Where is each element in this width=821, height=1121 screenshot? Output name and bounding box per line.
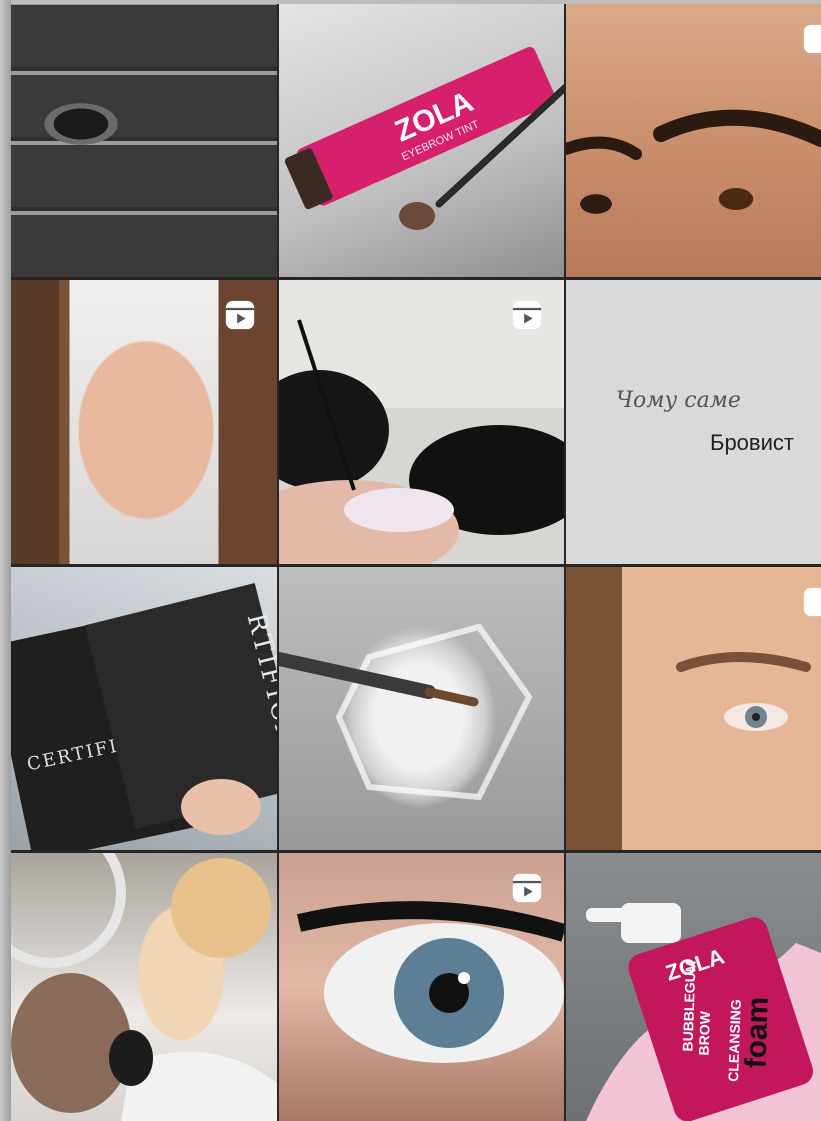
- post-tile-certificates[interactable]: CERTIFICATE RTIFICATE: [11, 567, 277, 850]
- post-script-text: Чому саме: [616, 388, 741, 413]
- post-tile-brows-closeup[interactable]: [566, 4, 821, 277]
- profile-post-grid: ZOLA EYEBROW TINT Чому саме Бровист CERT…: [0, 0, 821, 1121]
- master-illustration: [11, 853, 277, 1121]
- reels-icon: [512, 873, 542, 903]
- post-tile-text[interactable]: Чому саме Бровист: [566, 280, 821, 564]
- post-tile-client-portrait[interactable]: [11, 280, 277, 564]
- reels-icon: [225, 300, 255, 330]
- brows-illustration: [566, 109, 821, 160]
- post-main-text: Бровист: [710, 430, 794, 455]
- post-tile-blue-eye[interactable]: [279, 853, 564, 1121]
- post-tile-cleansing-foam[interactable]: ZOLA BUBBLEGUM BROW CLEANSING foam: [566, 853, 821, 1121]
- brow-tint-illustration: ZOLA EYEBROW TINT: [284, 47, 564, 230]
- reels-icon: [803, 24, 821, 54]
- brow-result-illustration: [676, 652, 811, 731]
- window-edge-left: [0, 0, 11, 1121]
- post-tile-brow-result[interactable]: [566, 567, 821, 850]
- bottle-line4: foam: [739, 996, 774, 1069]
- foam-bottle-illustration: ZOLA BUBBLEGUM BROW CLEANSING foam: [586, 903, 821, 1121]
- post-tile-brow-tint[interactable]: ZOLA EYEBROW TINT: [279, 4, 564, 277]
- certificates-illustration: CERTIFICATE RTIFICATE: [11, 583, 277, 850]
- post-image: [566, 280, 821, 564]
- post-image: [11, 4, 277, 277]
- post-tile-eyelashes[interactable]: [11, 4, 277, 277]
- brush-illustration: [279, 623, 533, 801]
- post-tile-brush-glass[interactable]: [279, 567, 564, 850]
- reels-icon: [512, 300, 542, 330]
- bottle-line2: BROW: [696, 1010, 714, 1056]
- reels-icon: [803, 587, 821, 617]
- post-tile-brow-procedure[interactable]: [279, 280, 564, 564]
- post-tile-master-at-work[interactable]: [11, 853, 277, 1121]
